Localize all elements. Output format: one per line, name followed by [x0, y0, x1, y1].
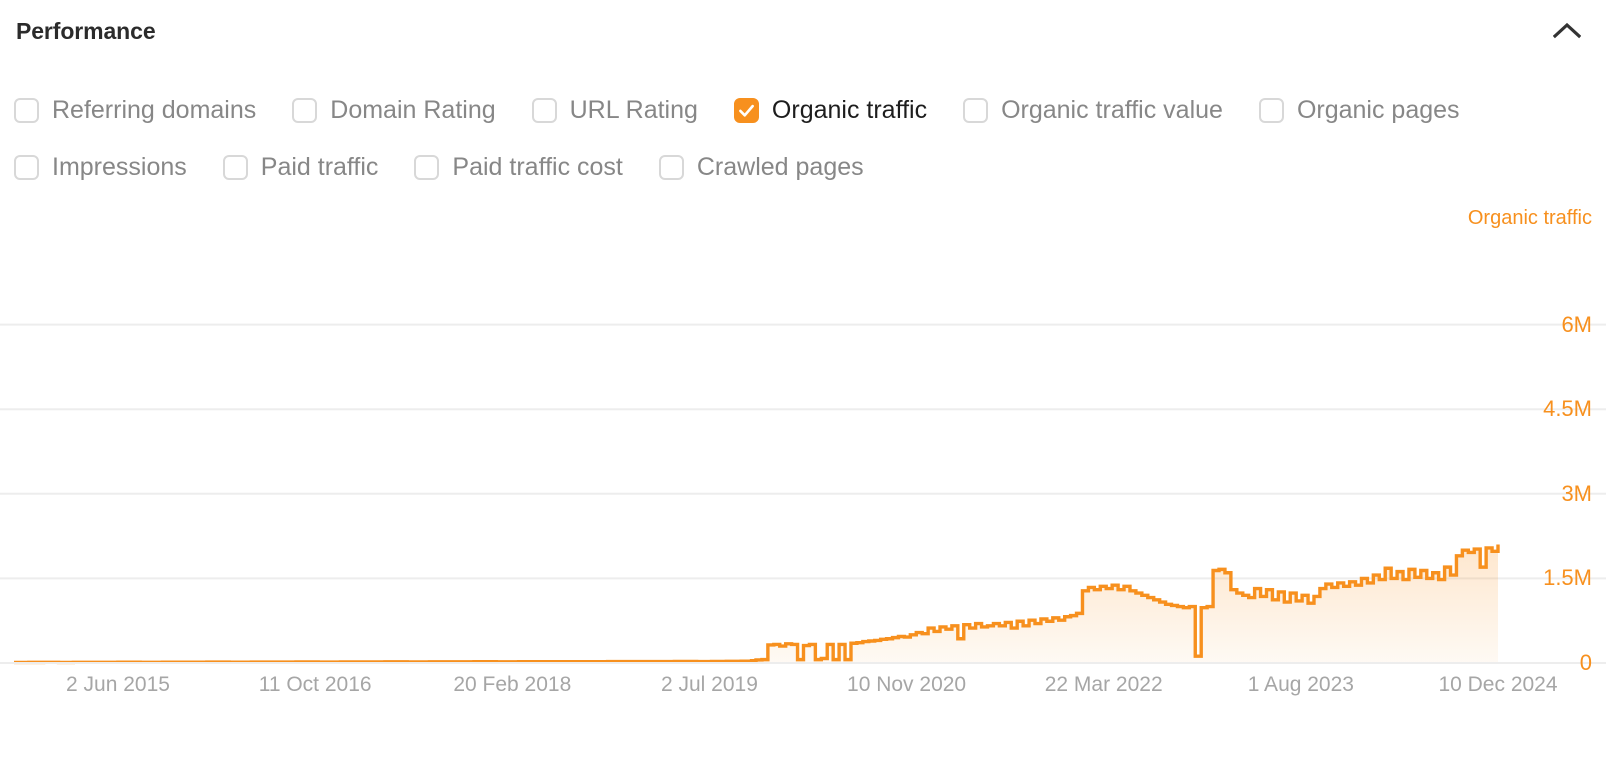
- y-axis-tick-label: 4.5M: [1543, 396, 1592, 422]
- checkbox-organic-pages[interactable]: [1258, 98, 1284, 123]
- metric-toggle-impressions[interactable]: Impressions: [14, 155, 187, 180]
- metric-label: Paid traffic: [260, 153, 379, 181]
- performance-panel: Performance Referring domains Domain Rat…: [0, 0, 1606, 760]
- y-axis-tick-label: 0: [1579, 650, 1592, 675]
- checkbox-crawled-pages[interactable]: [658, 155, 684, 180]
- metric-label: Crawled pages: [696, 153, 864, 181]
- checkbox-impressions[interactable]: [14, 155, 39, 180]
- metric-row-1: Referring domains Domain Rating URL Rati…: [14, 82, 1594, 139]
- metric-toggle-url-rating[interactable]: URL Rating: [531, 96, 698, 124]
- metric-row-2: Impressions Paid traffic Paid traffic co…: [14, 139, 1594, 196]
- chevron-up-icon: [1553, 22, 1581, 39]
- panel-header: Performance: [0, 0, 1606, 62]
- chart-plot-area: [0, 323, 1606, 665]
- y-axis-tick-label: 3M: [1561, 480, 1592, 506]
- metric-label: Domain Rating: [330, 96, 496, 124]
- metric-toggle-referring-domains[interactable]: Referring domains: [14, 98, 256, 123]
- metric-toggle-organic-pages[interactable]: Organic pages: [1258, 96, 1460, 124]
- x-axis-tick-label: 2 Jul 2019: [660, 673, 758, 696]
- x-axis-tick-label: 10 Nov 2020: [847, 673, 967, 696]
- check-icon: [738, 104, 754, 117]
- checkbox-organic-traffic[interactable]: [733, 98, 759, 123]
- metric-toggle-paid-traffic-cost[interactable]: Paid traffic cost: [414, 153, 623, 181]
- y-axis-tick-label: 6M: [1561, 311, 1592, 337]
- checkbox-paid-traffic[interactable]: [222, 155, 248, 180]
- metric-label: Organic pages: [1296, 96, 1460, 124]
- page-title: Performance: [16, 17, 156, 44]
- x-axis-tick-label: 1 Aug 2023: [1247, 673, 1354, 696]
- x-axis-tick-label: 2 Jun 2015: [66, 673, 170, 696]
- x-axis-tick-label: 22 Mar 2022: [1044, 673, 1163, 696]
- metric-label: Organic traffic value: [1001, 96, 1223, 124]
- metric-label: Organic traffic: [771, 96, 928, 124]
- y-axis-tick-label: 1.5M: [1543, 565, 1592, 591]
- metric-toggle-organic-traffic-value[interactable]: Organic traffic value: [963, 98, 1223, 123]
- checkbox-paid-traffic-cost[interactable]: [414, 155, 440, 180]
- checkbox-url-rating[interactable]: [531, 98, 557, 123]
- x-axis-tick-label: 10 Dec 2024: [1438, 673, 1558, 696]
- x-axis-tick-label: 20 Feb 2018: [453, 673, 572, 696]
- performance-chart: Organic traffic 0 1.5M 3M 4.5M 6M 2 Jun 2015…: [0, 196, 1606, 716]
- metric-label: URL Rating: [569, 96, 698, 124]
- metric-toggle-domain-rating[interactable]: Domain Rating: [292, 96, 496, 124]
- metric-toggle-list: Referring domains Domain Rating URL Rati…: [14, 82, 1594, 196]
- x-axis-tick-label: 11 Oct 2016: [258, 673, 372, 696]
- metric-label: Impressions: [52, 153, 187, 181]
- metric-label: Referring domains: [52, 96, 257, 124]
- metric-toggle-crawled-pages[interactable]: Crawled pages: [658, 153, 864, 181]
- checkbox-domain-rating[interactable]: [292, 98, 318, 123]
- metric-toggle-organic-traffic[interactable]: Organic traffic: [733, 96, 928, 124]
- checkbox-referring-domains[interactable]: [14, 98, 39, 123]
- metric-label: Paid traffic cost: [452, 153, 623, 181]
- collapse-panel-button[interactable]: [1550, 14, 1584, 48]
- checkbox-organic-traffic-value[interactable]: [963, 98, 989, 123]
- metric-toggle-paid-traffic[interactable]: Paid traffic: [222, 153, 379, 181]
